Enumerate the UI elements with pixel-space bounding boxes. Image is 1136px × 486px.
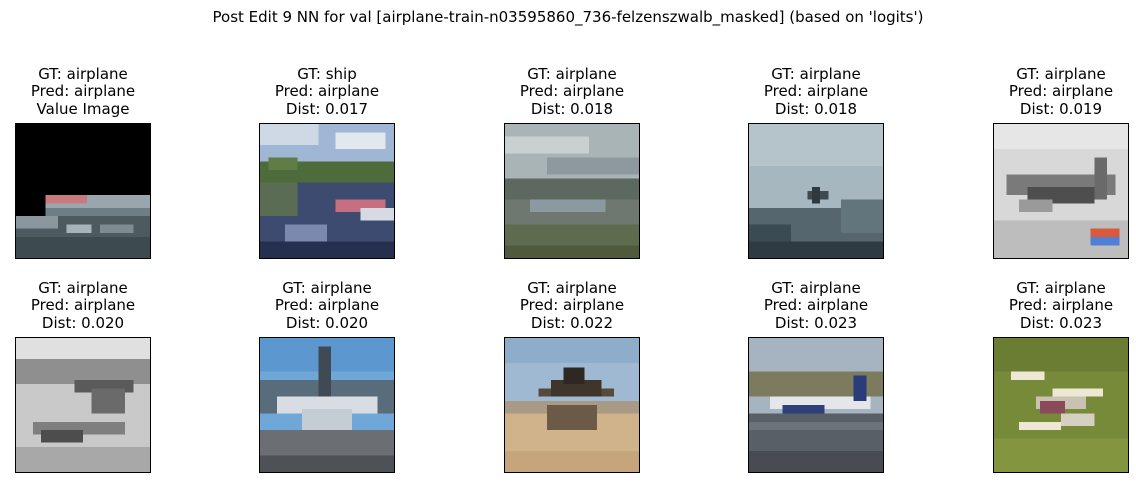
dist-label: Dist: 0.020 (285, 313, 369, 332)
thumbnail-masked-airplane-image (15, 123, 151, 259)
pred-label: Pred: airplane (763, 296, 869, 315)
panel-caption: GT: airplane Pred: airplane Dist: 0.020 (0, 279, 191, 332)
dist-label: Dist: 0.022 (530, 313, 614, 332)
thumbnail-airport-image (259, 337, 395, 473)
dist-label: Dist: 0.019 (1019, 99, 1103, 118)
pred-label: Pred: airplane (763, 82, 869, 101)
thumbnail-river-image (259, 123, 395, 259)
panel-caption: GT: airplane Pred: airplane Dist: 0.020 (219, 279, 435, 332)
panel-caption: GT: airplane Pred: airplane Dist: 0.022 (464, 279, 680, 332)
thumbnail-model-plane-image (993, 337, 1129, 473)
pred-label: Pred: airplane (1008, 296, 1114, 315)
dist-label: Dist: 0.023 (774, 313, 858, 332)
panel-caption: GT: ship Pred: airplane Dist: 0.017 (219, 65, 435, 118)
panel-caption: GT: airplane Pred: airplane Dist: 0.023 (708, 279, 924, 332)
panel-caption: GT: airplane Pred: airplane Dist: 0.018 (464, 65, 680, 118)
thumbnail-biplanes-image (15, 337, 151, 473)
dist-label: Dist: 0.018 (530, 99, 614, 118)
gt-label: GT: airplane (771, 65, 861, 83)
gt-label: GT: ship (297, 65, 357, 83)
pred-label: Pred: airplane (1008, 82, 1114, 101)
pred-label: Pred: airplane (274, 82, 380, 101)
gt-label: GT: airplane (1016, 65, 1106, 83)
gt-label: GT: airplane (38, 279, 128, 297)
dist-label: Dist: 0.018 (774, 99, 858, 118)
thumbnail-grey-sky-plane-image (748, 123, 884, 259)
figure-title: Post Edit 9 NN for val [airplane-train-n… (212, 8, 924, 26)
dist-label: Dist: 0.020 (41, 313, 125, 332)
gt-label: GT: airplane (1016, 279, 1106, 297)
value-label: Value Image (36, 99, 130, 118)
pred-label: Pred: airplane (519, 82, 625, 101)
pred-label: Pred: airplane (30, 82, 136, 101)
thumbnail-fighter-plane-image (993, 123, 1129, 259)
panel-caption: GT: airplane Pred: airplane Value Image (0, 65, 191, 118)
gt-label: GT: airplane (771, 279, 861, 297)
thumbnail-airfield-image (504, 123, 640, 259)
thumbnail-airliner-image (748, 337, 884, 473)
gt-label: GT: airplane (527, 65, 617, 83)
panel-caption: GT: airplane Pred: airplane Dist: 0.023 (953, 279, 1136, 332)
thumbnail-stealth-plane-image (504, 337, 640, 473)
panel-caption: GT: airplane Pred: airplane Dist: 0.018 (708, 65, 924, 118)
gt-label: GT: airplane (282, 279, 372, 297)
gt-label: GT: airplane (527, 279, 617, 297)
dist-label: Dist: 0.017 (285, 99, 369, 118)
gt-label: GT: airplane (38, 65, 128, 83)
pred-label: Pred: airplane (30, 296, 136, 315)
dist-label: Dist: 0.023 (1019, 313, 1103, 332)
panel-caption: GT: airplane Pred: airplane Dist: 0.019 (953, 65, 1136, 118)
pred-label: Pred: airplane (519, 296, 625, 315)
pred-label: Pred: airplane (274, 296, 380, 315)
